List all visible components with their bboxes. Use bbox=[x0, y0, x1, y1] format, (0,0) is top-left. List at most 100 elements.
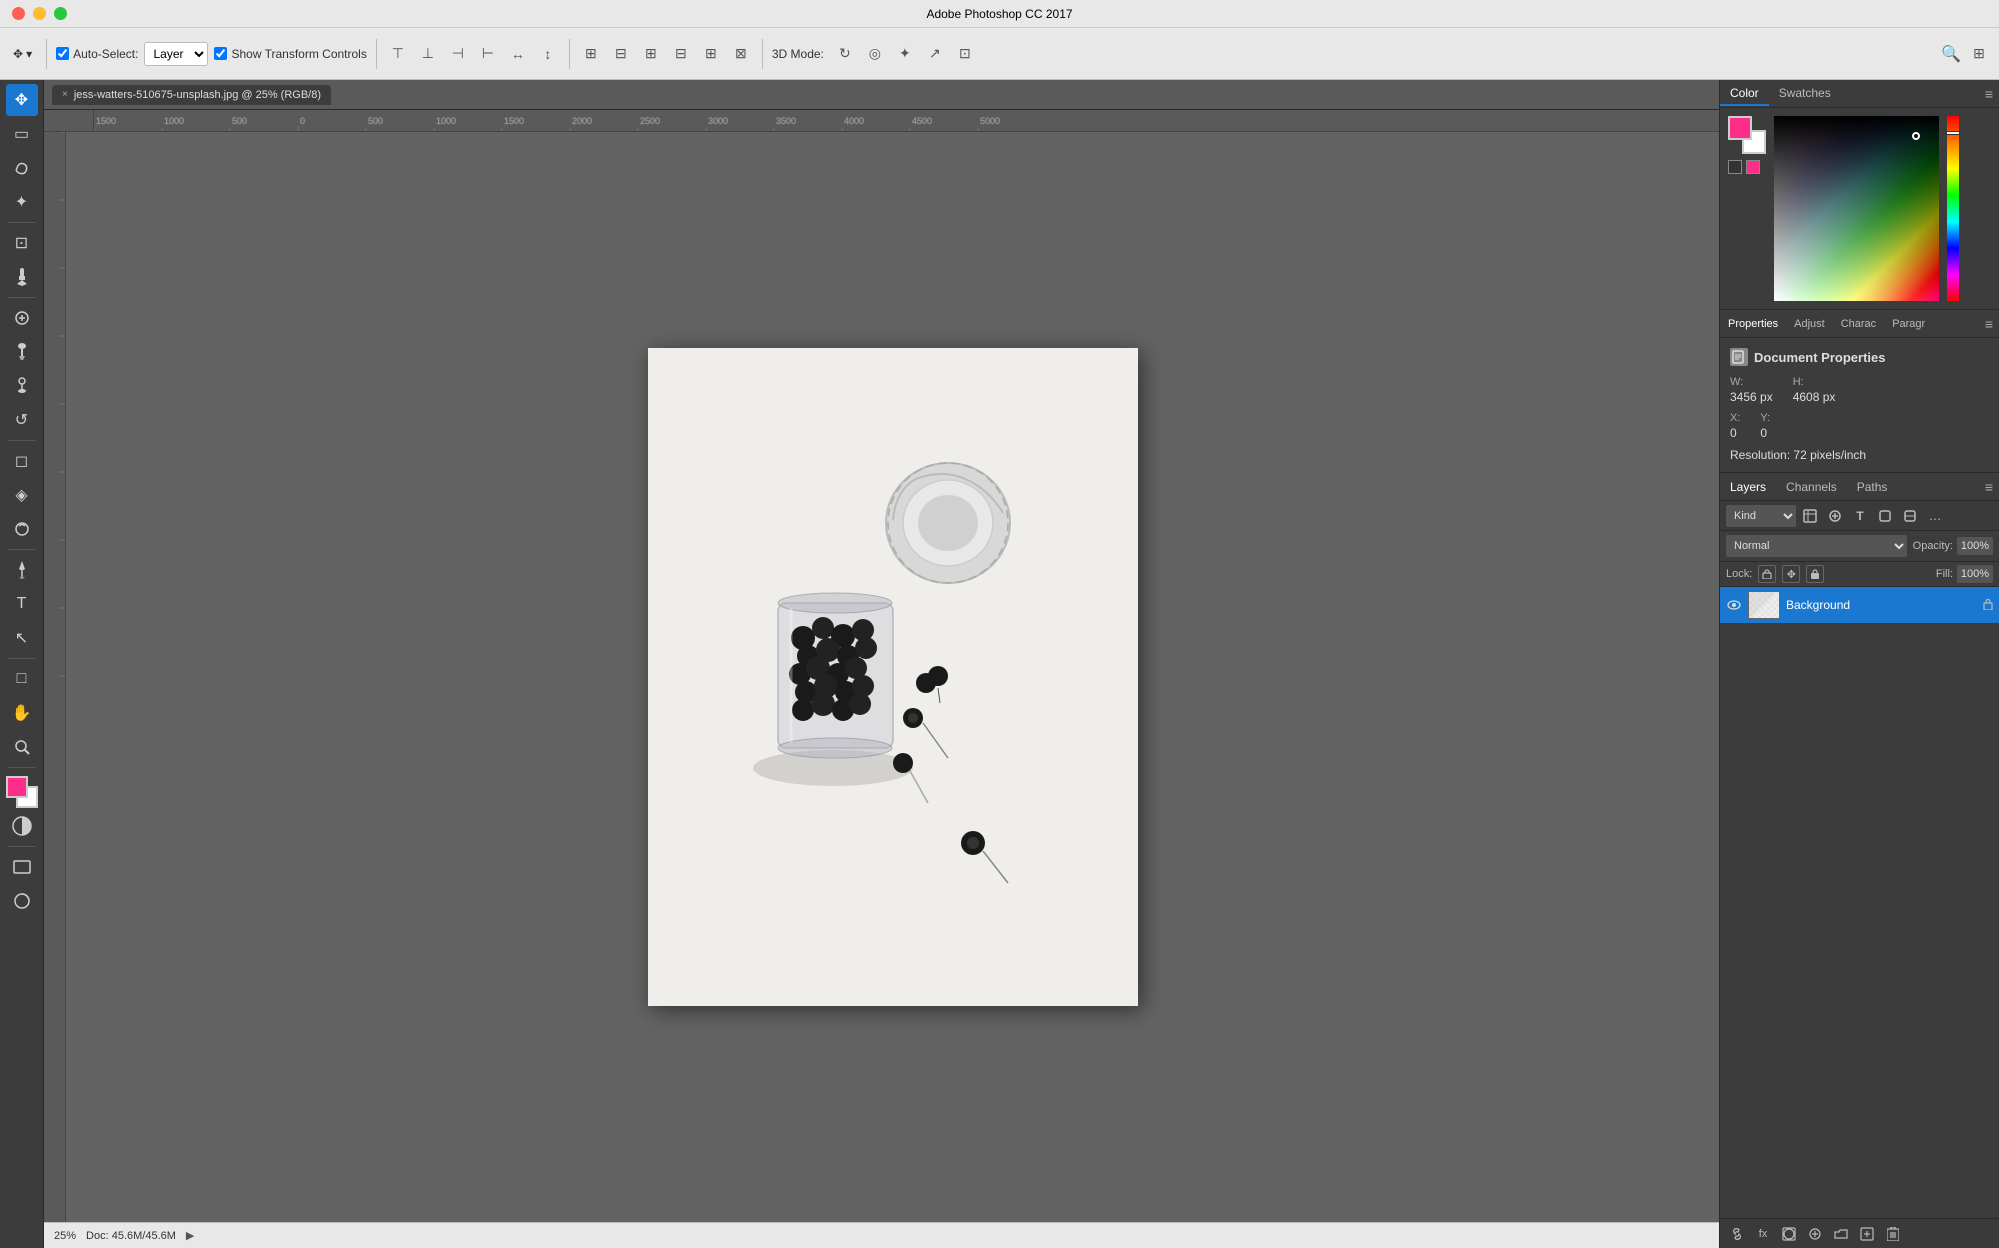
blend-mode-select[interactable]: Normal Multiply Screen bbox=[1726, 535, 1907, 557]
new-layer-btn[interactable] bbox=[1856, 1223, 1878, 1245]
color-panel-options[interactable]: ≡ bbox=[1985, 86, 1999, 102]
canvas-scroll: 500 1000 1500 2000 2500 3000 3500 bbox=[44, 132, 1719, 1222]
pen-tool[interactable] bbox=[6, 554, 38, 586]
search-button[interactable]: 🔍 bbox=[1941, 44, 1961, 64]
history-brush-tool[interactable]: ↺ bbox=[6, 404, 38, 436]
pink-swatch[interactable] bbox=[1746, 160, 1760, 174]
dist6-button[interactable]: ⊠ bbox=[729, 42, 753, 66]
tab-properties[interactable]: Properties bbox=[1720, 314, 1786, 334]
3d-pan-button[interactable]: ✦ bbox=[893, 42, 917, 66]
close-button[interactable] bbox=[12, 7, 25, 20]
rectangular-marquee-tool[interactable]: ▭ bbox=[6, 118, 38, 150]
minimize-button[interactable] bbox=[33, 7, 46, 20]
move-tool-button[interactable]: ✥ ▾ bbox=[8, 40, 37, 68]
link-layers-btn[interactable] bbox=[1726, 1223, 1748, 1245]
shape-filter-btn[interactable] bbox=[1874, 505, 1896, 527]
tab-swatches[interactable]: Swatches bbox=[1769, 82, 1841, 106]
dist5-button[interactable]: ⊞ bbox=[699, 42, 723, 66]
3d-scale-button[interactable]: ⊡ bbox=[953, 42, 977, 66]
color-spectrum[interactable] bbox=[1774, 116, 1939, 301]
tab-paths[interactable]: Paths bbox=[1847, 476, 1898, 498]
lock-position-btn[interactable]: ✥ bbox=[1782, 565, 1800, 583]
canvas-viewport[interactable] bbox=[66, 132, 1719, 1222]
opacity-input[interactable] bbox=[1957, 537, 1993, 555]
screen-mode-tool[interactable] bbox=[6, 851, 38, 883]
distribute-button[interactable]: ⊞ bbox=[579, 42, 603, 66]
adj-filter-btn[interactable] bbox=[1824, 505, 1846, 527]
tab-charac[interactable]: Charac bbox=[1833, 314, 1884, 334]
document-tab[interactable]: × jess-watters-510675-unsplash.jpg @ 25%… bbox=[52, 85, 331, 105]
props-panel-options[interactable]: ≡ bbox=[1985, 316, 1999, 332]
move-tool[interactable]: ✥ bbox=[6, 84, 38, 116]
tab-layers[interactable]: Layers bbox=[1720, 476, 1776, 498]
eraser-tool[interactable]: ◻ bbox=[6, 445, 38, 477]
lock-all-btn[interactable] bbox=[1806, 565, 1824, 583]
quick-mask-tool[interactable] bbox=[6, 810, 38, 842]
align-bottom-button[interactable]: ⊣ bbox=[446, 42, 470, 66]
kind-select[interactable]: Kind bbox=[1726, 505, 1796, 527]
color-swatches[interactable] bbox=[6, 776, 38, 808]
align-top-button[interactable]: ⊤ bbox=[386, 42, 410, 66]
add-mask-btn[interactable] bbox=[1778, 1223, 1800, 1245]
black-swatch[interactable] bbox=[1728, 160, 1742, 174]
3d-rotate-button[interactable]: ↻ bbox=[833, 42, 857, 66]
workspace-button[interactable]: ⊞ bbox=[1967, 42, 1991, 66]
gradient-tool[interactable]: ◈ bbox=[6, 479, 38, 511]
path-selection-tool[interactable]: ↖ bbox=[6, 622, 38, 654]
y-value: 0 bbox=[1760, 426, 1770, 440]
hand-tool[interactable]: ✋ bbox=[6, 697, 38, 729]
zoom-tool[interactable] bbox=[6, 731, 38, 763]
auto-select-checkbox[interactable]: Auto-Select: bbox=[56, 47, 138, 61]
status-arrow[interactable]: ▶ bbox=[186, 1229, 194, 1242]
foreground-color-swatch[interactable] bbox=[6, 776, 28, 798]
lasso-tool[interactable] bbox=[6, 152, 38, 184]
tab-color[interactable]: Color bbox=[1720, 82, 1769, 106]
align-center-button[interactable]: ↔ bbox=[506, 42, 530, 66]
eyedropper-tool[interactable] bbox=[6, 261, 38, 293]
panel-fg-swatch[interactable] bbox=[1728, 116, 1752, 140]
rotate-view-tool[interactable] bbox=[6, 885, 38, 917]
text-filter-btn[interactable]: T bbox=[1849, 505, 1871, 527]
maximize-button[interactable] bbox=[54, 7, 67, 20]
tab-close[interactable]: × bbox=[62, 89, 68, 100]
more-filter-btn[interactable]: … bbox=[1924, 505, 1946, 527]
transform-controls-checkbox[interactable]: Show Transform Controls bbox=[214, 47, 366, 61]
new-group-btn[interactable] bbox=[1830, 1223, 1852, 1245]
layers-panel-options[interactable]: ≡ bbox=[1985, 479, 1999, 495]
transform-input[interactable] bbox=[214, 47, 227, 60]
y-label: Y: bbox=[1760, 412, 1770, 424]
spectrum-gradient[interactable] bbox=[1774, 116, 1939, 301]
dodge-tool[interactable] bbox=[6, 513, 38, 545]
tab-channels[interactable]: Channels bbox=[1776, 476, 1847, 498]
layer-visibility-eye[interactable] bbox=[1726, 597, 1742, 613]
spot-heal-tool[interactable] bbox=[6, 302, 38, 334]
smart-filter-btn[interactable] bbox=[1899, 505, 1921, 527]
clone-stamp-tool[interactable] bbox=[6, 370, 38, 402]
layers-kind-toolbar: Kind T … bbox=[1720, 501, 1999, 531]
align-left-button[interactable]: ⊢ bbox=[476, 42, 500, 66]
pixel-filter-btn[interactable] bbox=[1799, 505, 1821, 527]
fx-btn[interactable]: fx bbox=[1752, 1223, 1774, 1245]
delete-layer-btn[interactable] bbox=[1882, 1223, 1904, 1245]
magic-wand-tool[interactable]: ✦ bbox=[6, 186, 38, 218]
new-fill-layer-btn[interactable] bbox=[1804, 1223, 1826, 1245]
text-tool[interactable]: T bbox=[6, 588, 38, 620]
lock-pixels-btn[interactable] bbox=[1758, 565, 1776, 583]
3d-roll-button[interactable]: ◎ bbox=[863, 42, 887, 66]
dist4-button[interactable]: ⊟ bbox=[669, 42, 693, 66]
dist2-button[interactable]: ⊟ bbox=[609, 42, 633, 66]
tab-adjust[interactable]: Adjust bbox=[1786, 314, 1833, 334]
3d-slide-button[interactable]: ↗ bbox=[923, 42, 947, 66]
crop-tool[interactable]: ⊡ bbox=[6, 227, 38, 259]
dist3-button[interactable]: ⊞ bbox=[639, 42, 663, 66]
tab-paragr[interactable]: Paragr bbox=[1884, 314, 1933, 334]
brush-tool[interactable] bbox=[6, 336, 38, 368]
layer-row-background[interactable]: Background bbox=[1720, 587, 1999, 623]
rectangle-tool[interactable]: □ bbox=[6, 663, 38, 695]
align-right-button[interactable]: ↕ bbox=[536, 42, 560, 66]
hue-slider[interactable] bbox=[1947, 116, 1959, 301]
align-middle-button[interactable]: ⊥ bbox=[416, 42, 440, 66]
auto-select-select[interactable]: Layer Group bbox=[144, 42, 208, 66]
auto-select-input[interactable] bbox=[56, 47, 69, 60]
fill-input[interactable] bbox=[1957, 565, 1993, 583]
